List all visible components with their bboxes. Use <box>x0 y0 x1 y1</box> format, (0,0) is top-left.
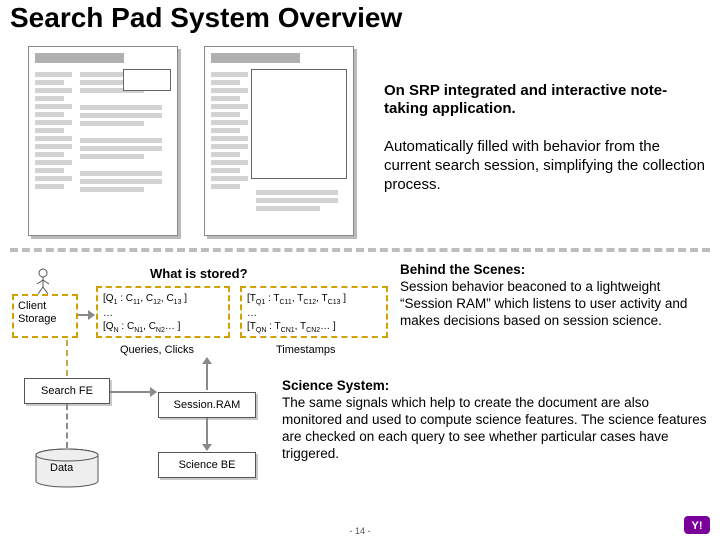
queries-line-3: [QN : CN1, CN2… ] <box>103 320 223 335</box>
section-divider <box>10 248 710 252</box>
connector-client-to-qc <box>78 314 94 316</box>
connector-fe-to-data <box>66 404 68 448</box>
behind-body: Session behavior beaconed to a lightweig… <box>400 279 687 328</box>
node-session-ram: Session.RAM <box>158 392 256 418</box>
slide-title-wrap: Search Pad System Overview <box>6 2 406 36</box>
connector-fe-to-ram <box>110 391 156 393</box>
search-pad-widget-small <box>123 69 171 91</box>
mock-srp-page-2 <box>204 46 354 236</box>
search-pad-widget-large <box>251 69 347 179</box>
description-main: On SRP integrated and interactive note-t… <box>384 82 702 118</box>
page-number: - 14 - <box>0 526 720 536</box>
description-sub: Automatically filled with behavior from … <box>384 138 706 194</box>
caption-queries: Queries, Clicks <box>120 344 194 356</box>
behind-scenes-text: Behind the Scenes: Session behavior beac… <box>400 262 710 330</box>
user-icon <box>36 268 50 294</box>
client-storage-box: Client Storage <box>12 294 78 338</box>
node-data-label: Data <box>50 462 73 474</box>
behind-heading: Behind the Scenes: <box>400 262 525 277</box>
node-search-fe: Search FE <box>24 378 110 404</box>
mock-srp-page-1 <box>28 46 178 236</box>
queries-line-2: … <box>103 307 223 320</box>
timestamps-line-3: [TQN : TCN1, TCN2… ] <box>247 320 381 335</box>
timestamps-box: [TQ1 : TC11, TC12, TC13 ] … [TQN : TCN1,… <box>240 286 388 338</box>
timestamps-line-1: [TQ1 : TC11, TC12, TC13 ] <box>247 292 381 307</box>
connector-storage-to-fe <box>66 340 68 376</box>
queries-line-1: [Q1 : C11, C12, C13 ] <box>103 292 223 307</box>
timestamps-line-2: … <box>247 307 381 320</box>
science-system-text: Science System: The same signals which h… <box>282 378 712 462</box>
science-heading: Science System: <box>282 378 389 393</box>
connector-ram-to-storage <box>206 358 208 390</box>
connector-ram-to-be <box>206 418 208 450</box>
yahoo-logo-icon: Y! <box>684 516 710 534</box>
slide-title: Search Pad System Overview <box>10 2 402 34</box>
svg-text:Y!: Y! <box>692 520 703 532</box>
science-body: The same signals which help to create th… <box>282 395 707 461</box>
stored-heading: What is stored? <box>150 266 248 281</box>
caption-timestamps: Timestamps <box>276 344 336 356</box>
queries-clicks-box: [Q1 : C11, C12, C13 ] … [QN : CN1, CN2… … <box>96 286 230 338</box>
